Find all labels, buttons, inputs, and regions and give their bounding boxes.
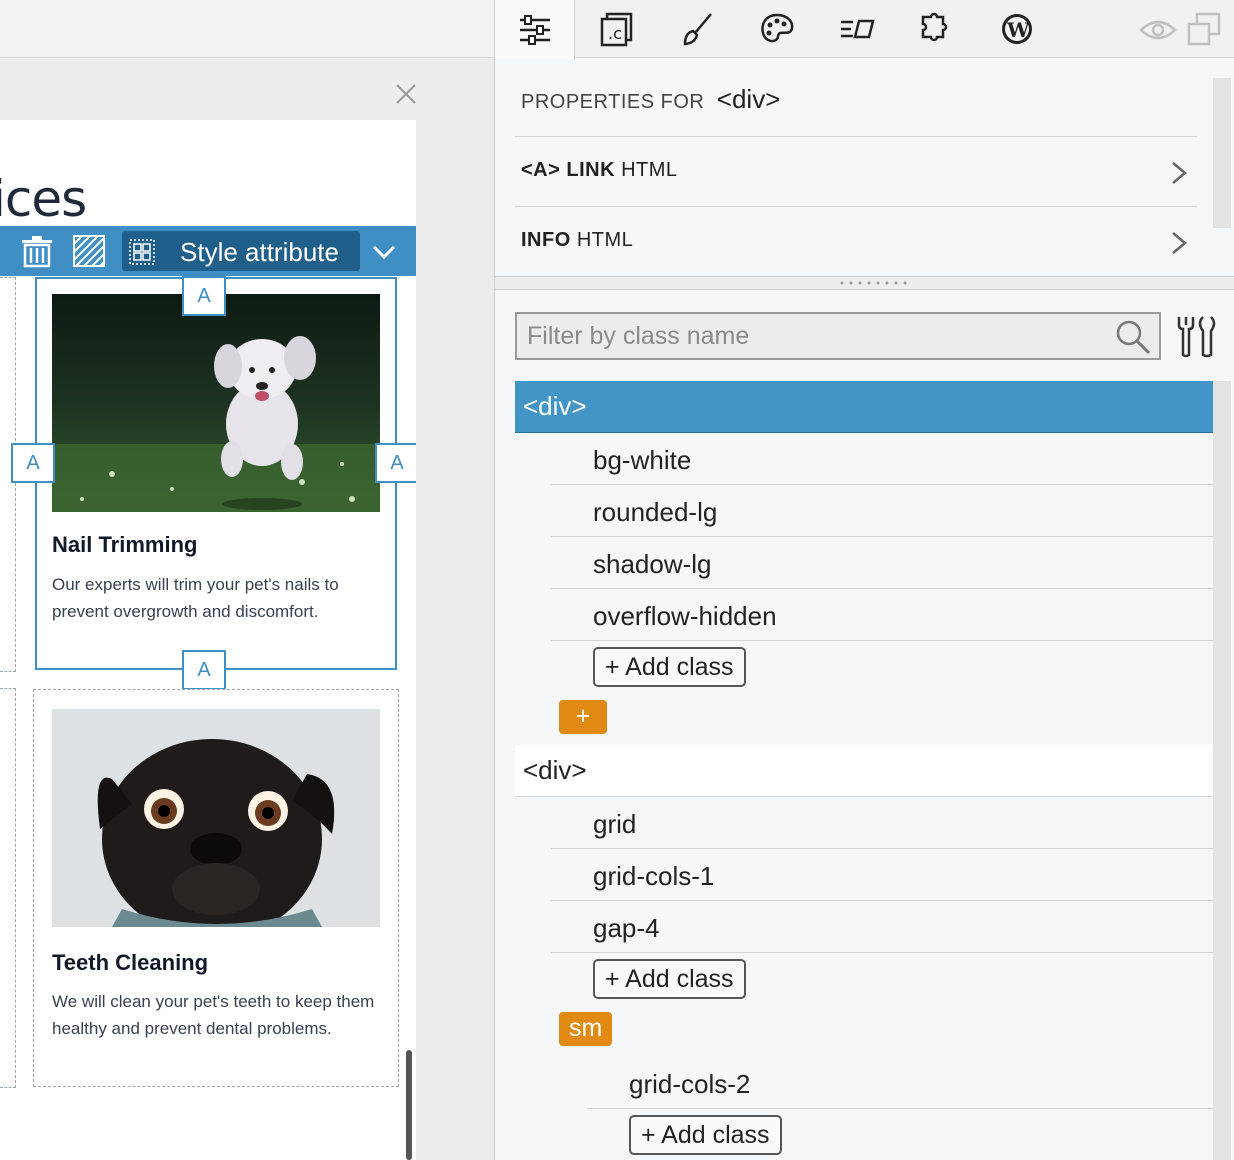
canvas-scrollbar[interactable] [406, 1050, 412, 1160]
property-title: <A> LINK [521, 159, 616, 181]
class-editor: <div> bg-white rounded-lg shadow-lg over… [495, 291, 1234, 1160]
hatch-pattern-icon[interactable] [72, 234, 106, 268]
properties-header: PROPERTIES FOR <div> [521, 84, 780, 115]
grid-layout-icon [129, 239, 155, 265]
chevron-down-icon[interactable] [370, 238, 398, 266]
running-dog-photo [52, 294, 380, 512]
property-type: HTML [621, 159, 678, 181]
wordpress-icon: W [1002, 14, 1032, 44]
palette-icon [761, 13, 794, 43]
adjacent-card-outline[interactable] [0, 688, 16, 1088]
tab-properties[interactable] [495, 0, 575, 59]
property-type: HTML [576, 229, 634, 251]
padding-handle-bottom[interactable]: A [182, 650, 226, 690]
puzzle-icon [921, 12, 948, 42]
class-name: rounded-lg [593, 497, 718, 527]
node-header-selected[interactable]: <div> [515, 381, 1213, 433]
canvas-top-bar [0, 0, 494, 58]
properties-for-label: PROPERTIES FOR [521, 91, 705, 113]
class-row[interactable]: grid-cols-1 [551, 849, 1213, 901]
chevron-right-icon [1172, 232, 1187, 254]
sliders-icon [519, 14, 550, 45]
tools-icon[interactable] [1173, 313, 1219, 359]
properties-scrollbar[interactable] [1213, 78, 1231, 228]
class-row[interactable]: grid [551, 797, 1213, 849]
tab-palette[interactable] [737, 0, 817, 58]
text-format-icon [841, 19, 875, 39]
drag-handle-icon [840, 281, 907, 285]
class-filter-input[interactable] [515, 312, 1161, 360]
service-card[interactable]: Teeth Cleaning We will clean your pet's … [33, 689, 399, 1087]
property-title: INFO [521, 229, 571, 251]
class-row[interactable]: grid-cols-2 [587, 1057, 1213, 1109]
card-text: Our experts will trim your pet's nails t… [52, 575, 339, 621]
class-name: gap-4 [593, 913, 660, 943]
pug-photo [52, 709, 380, 927]
service-card[interactable]: Nail Trimming Our experts will trim your… [35, 277, 397, 670]
padding-handle-right[interactable]: A [375, 443, 416, 483]
page-heading: ices [0, 170, 87, 228]
element-toolbar: Style attribute [0, 226, 416, 276]
trash-icon[interactable] [20, 234, 54, 268]
add-class-button[interactable]: + Add class [593, 959, 746, 999]
css-file-icon: .c [600, 12, 633, 47]
eye-icon[interactable] [1139, 14, 1177, 46]
tab-wordpress[interactable]: W [977, 0, 1057, 58]
breakpoint-badge-sm[interactable]: sm [559, 1012, 613, 1046]
class-name: grid-cols-2 [629, 1069, 751, 1099]
search-icon [1116, 320, 1151, 355]
editor-canvas: ices Style attribute Nail Trimming Our e… [0, 0, 494, 1160]
class-row[interactable]: rounded-lg [551, 485, 1213, 537]
padding-handle-top[interactable]: A [182, 276, 226, 316]
card-title: Nail Trimming [52, 532, 198, 557]
class-row[interactable]: gap-4 [551, 901, 1213, 953]
add-breakpoint-button[interactable]: + [559, 700, 607, 734]
panel-splitter[interactable] [495, 276, 1234, 290]
close-icon[interactable] [394, 82, 418, 106]
svg-text:W: W [1006, 18, 1030, 42]
tab-brush[interactable] [657, 0, 737, 58]
class-row[interactable]: bg-white [551, 433, 1213, 485]
panel-tab-bar: .c W [495, 0, 1234, 59]
class-row[interactable]: shadow-lg [551, 537, 1213, 589]
class-name: bg-white [593, 445, 692, 475]
class-name: overflow-hidden [593, 601, 777, 631]
style-attribute-label: Style attribute [180, 237, 339, 267]
property-row-info[interactable]: INFO HTML [515, 206, 1197, 276]
svg-text:.c: .c [608, 24, 622, 43]
tab-plugins[interactable] [897, 0, 977, 58]
brush-icon [683, 13, 712, 46]
tab-css[interactable]: .c [577, 0, 657, 58]
class-list-scrollbar[interactable] [1213, 381, 1231, 1160]
class-row[interactable]: overflow-hidden [551, 589, 1213, 641]
selected-tag: <div> [716, 84, 781, 114]
card-title: Teeth Cleaning [52, 950, 209, 975]
node-header[interactable]: <div> [515, 745, 1213, 797]
properties-panel: .c W PROPERTIES FOR <div> <A> LINK HTML … [494, 0, 1234, 1160]
class-name: grid-cols-1 [593, 861, 715, 891]
class-name: grid [593, 809, 637, 839]
windows-icon[interactable] [1187, 12, 1221, 46]
style-attribute-button[interactable]: Style attribute [122, 231, 360, 271]
card-text: We will clean your pet's teeth to keep t… [52, 992, 375, 1038]
chevron-right-icon [1172, 162, 1187, 184]
tab-text-format[interactable] [817, 0, 897, 58]
add-class-button[interactable]: + Add class [593, 647, 746, 687]
property-row-link[interactable]: <A> LINK HTML [515, 136, 1197, 206]
preview-page: ices Style attribute Nail Trimming Our e… [0, 120, 416, 1160]
padding-handle-left[interactable]: A [11, 443, 55, 483]
add-class-button[interactable]: + Add class [629, 1115, 782, 1155]
class-name: shadow-lg [593, 549, 712, 579]
